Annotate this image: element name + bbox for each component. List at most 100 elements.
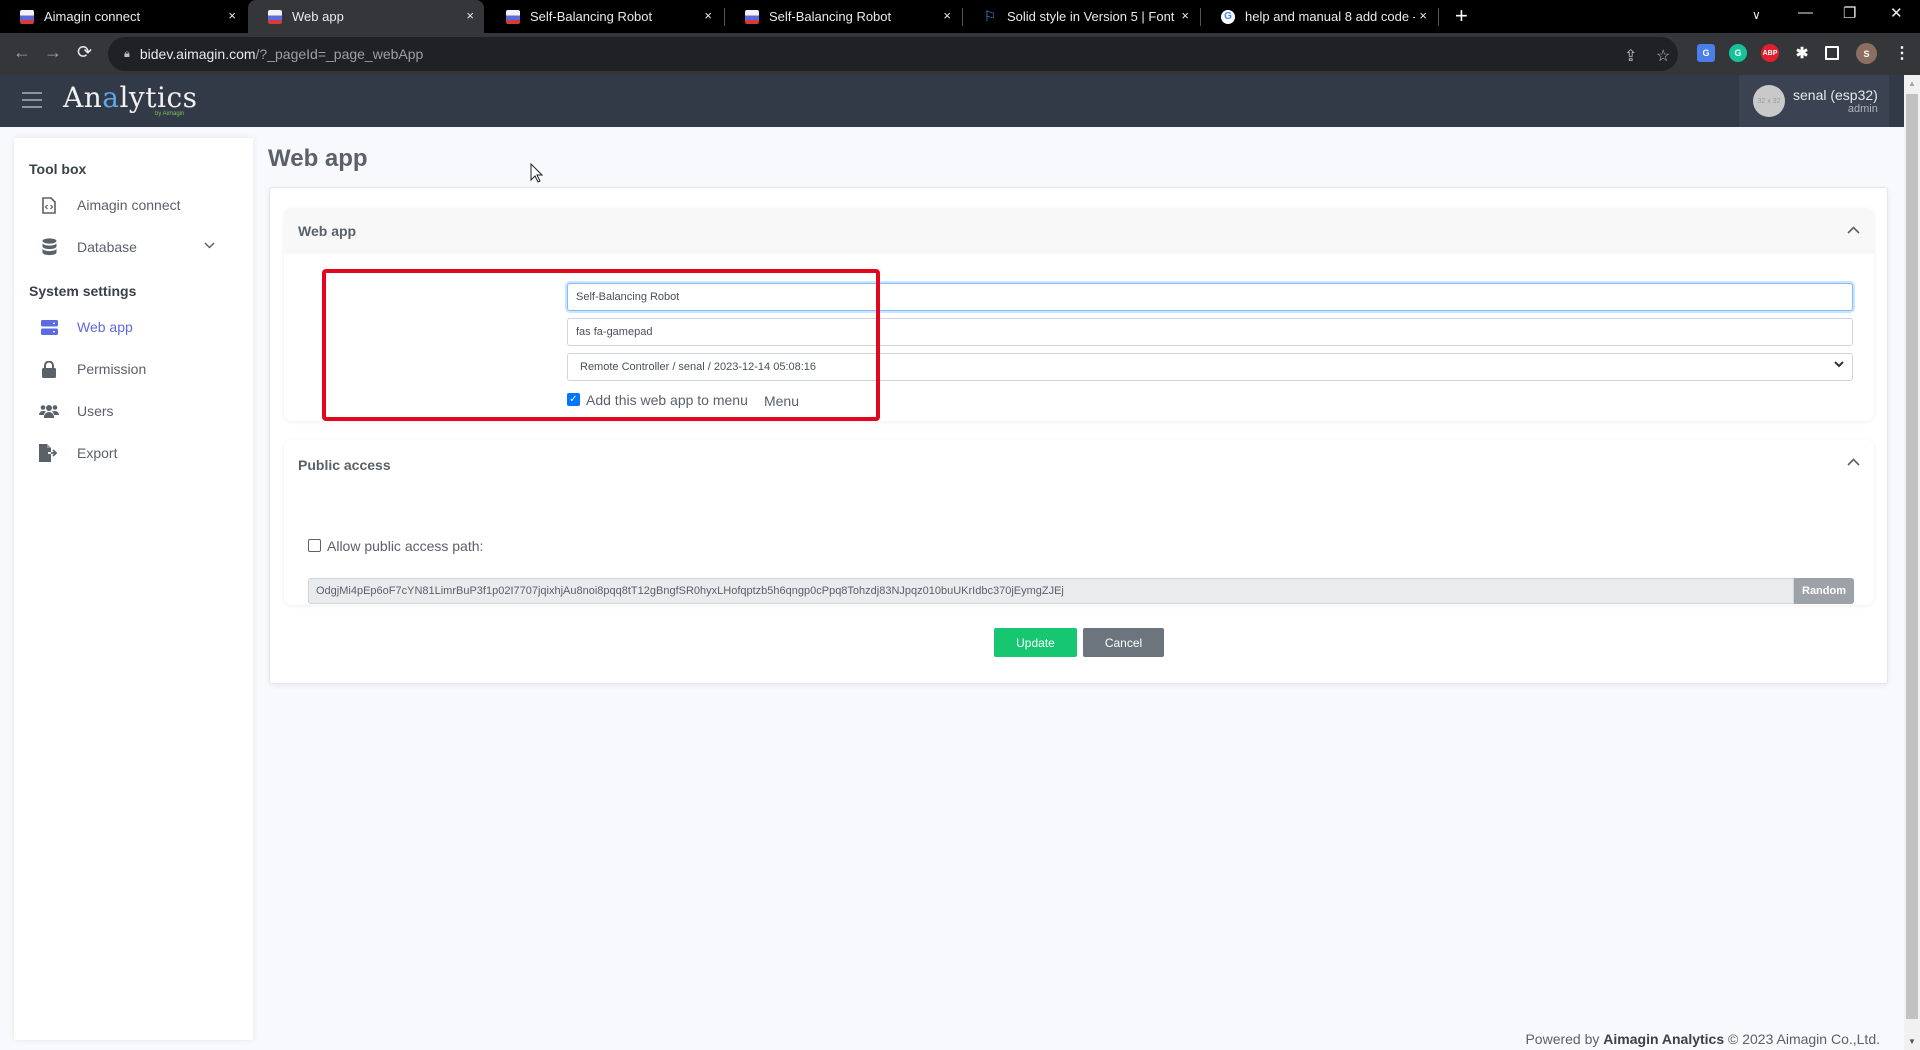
- menu-checkbox-group: ✓ Add this web app to menu: [567, 391, 748, 409]
- tab-title: Solid style in Version 5 | Font Aw: [1007, 9, 1177, 24]
- published-icon-input[interactable]: fas fa-gamepad: [567, 318, 1853, 346]
- update-button[interactable]: Update: [994, 628, 1077, 657]
- back-arrow-icon[interactable]: ←: [13, 42, 31, 63]
- share-icon[interactable]: ⇪: [1624, 46, 1637, 66]
- profile-avatar[interactable]: S: [1856, 43, 1877, 64]
- close-icon[interactable]: ×: [466, 8, 474, 23]
- sidebar-item-aimagin-connect[interactable]: Aimagin connect: [14, 190, 253, 220]
- side-panel-icon[interactable]: [1825, 46, 1839, 60]
- web-app-section-header[interactable]: Web app: [284, 208, 1874, 254]
- chevron-up-icon[interactable]: [1847, 454, 1860, 469]
- logo-text: An: [63, 81, 103, 114]
- tab-title: help and manual 8 add code - G: [1245, 9, 1415, 24]
- sidebar-item-export[interactable]: Export: [14, 438, 253, 468]
- tab-title: Aimagin connect: [44, 9, 141, 24]
- random-button[interactable]: Random: [1794, 578, 1854, 604]
- published-icon-row: Published icon fas fa-gamepad: [284, 318, 1874, 346]
- hamburger-menu-icon[interactable]: [22, 92, 42, 108]
- sidebar-item-label: Permission: [77, 361, 147, 377]
- close-icon[interactable]: ×: [228, 8, 236, 23]
- tab-title: Self-Balancing Robot: [769, 9, 892, 24]
- tab-search-icon[interactable]: ∨: [1752, 8, 1761, 22]
- add-to-menu-checkbox[interactable]: ✓: [567, 393, 580, 407]
- chevron-up-icon[interactable]: [1847, 222, 1860, 237]
- scroll-up-icon[interactable]: ▲: [1908, 79, 1916, 88]
- footer: Powered by Aimagin Analytics © 2023 Aima…: [1525, 1031, 1880, 1047]
- close-icon[interactable]: ×: [1419, 8, 1427, 23]
- published-name-input[interactable]: Self-Balancing Robot: [567, 283, 1853, 311]
- browser-tab-bar: Aimagin connect × Web app × Self-Balanci…: [0, 0, 1920, 33]
- sidebar-section-system-settings: System settings: [29, 283, 137, 299]
- sidebar-item-users[interactable]: Users: [14, 396, 253, 426]
- minimize-icon[interactable]: —: [1798, 4, 1813, 21]
- adblock-plus-icon[interactable]: ABP: [1761, 44, 1779, 62]
- scrollbar-thumb[interactable]: [1906, 94, 1918, 1019]
- sidebar-item-permission[interactable]: Permission: [14, 354, 253, 384]
- address-bar[interactable]: 🔒︎ bidev.aimagin.com/?_pageId=_page_webA…: [108, 37, 1678, 71]
- tab-title: Web app: [292, 9, 344, 24]
- sidebar-item-label: Database: [77, 239, 137, 255]
- extensions-puzzle-icon[interactable]: ✱: [1793, 44, 1811, 62]
- public-access-section-header[interactable]: Public access: [284, 440, 1874, 490]
- avatar: 32 x 32: [1753, 85, 1785, 117]
- scroll-down-icon[interactable]: ▼: [1908, 1037, 1916, 1046]
- published-icon-value: fas fa-gamepad: [576, 326, 653, 338]
- browser-tab[interactable]: ⚐ Solid style in Version 5 | Font Aw ×: [963, 0, 1199, 33]
- aimagin-favicon-icon: [268, 9, 282, 24]
- new-tab-button[interactable]: +: [1455, 3, 1468, 29]
- bookmark-star-icon[interactable]: ☆: [1656, 46, 1670, 66]
- web-app-section: Web app Published name Self-Balancing Ro…: [284, 208, 1874, 421]
- published-name-value: Self-Balancing Robot: [576, 291, 680, 303]
- logo-subtitle: by Aimagin: [155, 111, 185, 117]
- browser-tab[interactable]: Aimagin connect ×: [0, 0, 246, 33]
- web-app-card: Web app Published name Self-Balancing Ro…: [269, 187, 1888, 684]
- cancel-button[interactable]: Cancel: [1083, 628, 1164, 657]
- web-app-select[interactable]: Remote Controller / senal / 2023-12-14 0…: [567, 353, 1853, 381]
- users-icon: [39, 404, 59, 418]
- sidebar-item-label: Export: [77, 445, 118, 461]
- sidebar-item-database[interactable]: Database: [14, 232, 253, 262]
- forward-arrow-icon[interactable]: →: [44, 42, 62, 63]
- published-name-row: Published name Self-Balancing Robot: [284, 283, 1874, 311]
- user-name: senal (esp32): [1793, 87, 1878, 103]
- app-header: Analytics by Aimagin 32 x 32 senal (esp3…: [0, 75, 1904, 127]
- sidebar-item-label: Aimagin connect: [77, 197, 181, 213]
- tab-title: Self-Balancing Robot: [530, 9, 653, 24]
- mouse-cursor-icon: [530, 162, 544, 188]
- aimagin-favicon-icon: [745, 9, 759, 24]
- user-menu[interactable]: 32 x 32 senal (esp32) admin: [1739, 75, 1889, 127]
- grammarly-icon[interactable]: G: [1729, 44, 1747, 62]
- add-to-menu-label[interactable]: Add this web app to menu: [586, 392, 748, 408]
- public-path-input-group: OdgjMi4pEp6oF7cYN81LimrBuP3f1p02I7707jqi…: [308, 578, 1854, 604]
- browser-tab-active[interactable]: Web app ×: [248, 0, 484, 33]
- sidebar-item-label: Web app: [77, 319, 133, 335]
- aimagin-favicon-icon: [20, 9, 34, 24]
- window-close-icon[interactable]: ✕: [1890, 4, 1903, 22]
- sidebar-item-web-app[interactable]: Web app: [14, 312, 253, 342]
- flag-icon: ⚐: [983, 8, 997, 24]
- reload-icon[interactable]: ⟳: [77, 42, 92, 63]
- sidebar-section-toolbox: Tool box: [29, 161, 87, 177]
- user-role: admin: [1847, 103, 1878, 115]
- close-icon[interactable]: ×: [943, 8, 951, 23]
- web-app-select-row: Web app (Name/Owner/Version) Remote Cont…: [284, 353, 1874, 381]
- restore-icon[interactable]: ❐: [1843, 4, 1856, 22]
- allow-public-access-checkbox[interactable]: [308, 539, 321, 553]
- allow-public-access-group: Allow public access path:: [308, 537, 483, 555]
- browser-tab[interactable]: Self-Balancing Robot ×: [725, 0, 961, 33]
- allow-public-access-label[interactable]: Allow public access path:: [327, 538, 483, 554]
- close-icon[interactable]: ×: [1181, 8, 1189, 23]
- browser-menu-icon[interactable]: ⋮: [1893, 44, 1911, 62]
- close-icon[interactable]: ×: [704, 8, 712, 23]
- chevron-down-icon[interactable]: [204, 238, 215, 252]
- footer-brand[interactable]: Aimagin Analytics: [1603, 1031, 1724, 1047]
- file-code-icon: [39, 196, 59, 214]
- google-translate-icon[interactable]: G: [1697, 44, 1715, 62]
- browser-tab[interactable]: G help and manual 8 add code - G ×: [1201, 0, 1437, 33]
- analytics-logo[interactable]: Analytics: [63, 81, 198, 114]
- browser-tab[interactable]: Self-Balancing Robot ×: [486, 0, 722, 33]
- aimagin-favicon-icon: [506, 9, 520, 24]
- browser-toolbar: ← → ⟳ 🔒︎ bidev.aimagin.com/?_pageId=_pag…: [0, 33, 1920, 75]
- public-path-input[interactable]: OdgjMi4pEp6oF7cYN81LimrBuP3f1p02I7707jqi…: [308, 578, 1794, 604]
- page-scrollbar[interactable]: ▲ ▼: [1904, 75, 1920, 1050]
